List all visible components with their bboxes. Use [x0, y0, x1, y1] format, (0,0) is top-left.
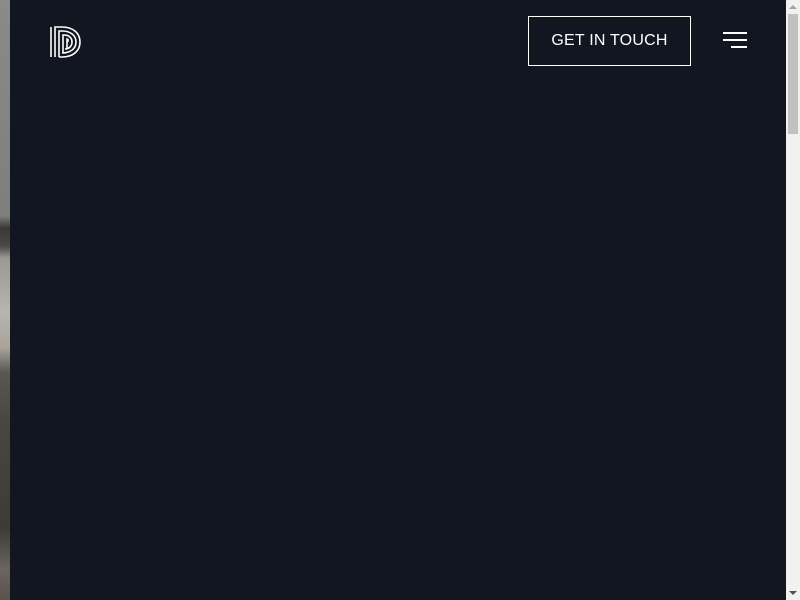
hamburger-menu-icon — [723, 32, 747, 34]
menu-toggle-button[interactable] — [720, 28, 750, 52]
hamburger-line — [731, 46, 747, 48]
hamburger-line — [723, 39, 747, 41]
page-viewport: GET IN TOUCH — [0, 0, 800, 600]
site-logo[interactable] — [50, 26, 82, 58]
hero-section: GET IN TOUCH — [10, 0, 786, 600]
brand-d-logo-icon — [50, 26, 81, 58]
get-in-touch-button[interactable]: GET IN TOUCH — [528, 16, 691, 66]
page-scrollbar[interactable] — [786, 0, 800, 600]
scroll-down-arrow-icon[interactable] — [786, 586, 800, 600]
background-photo-edge — [0, 0, 10, 600]
scroll-up-arrow-icon[interactable] — [786, 0, 800, 14]
scrollbar-thumb[interactable] — [788, 14, 798, 134]
